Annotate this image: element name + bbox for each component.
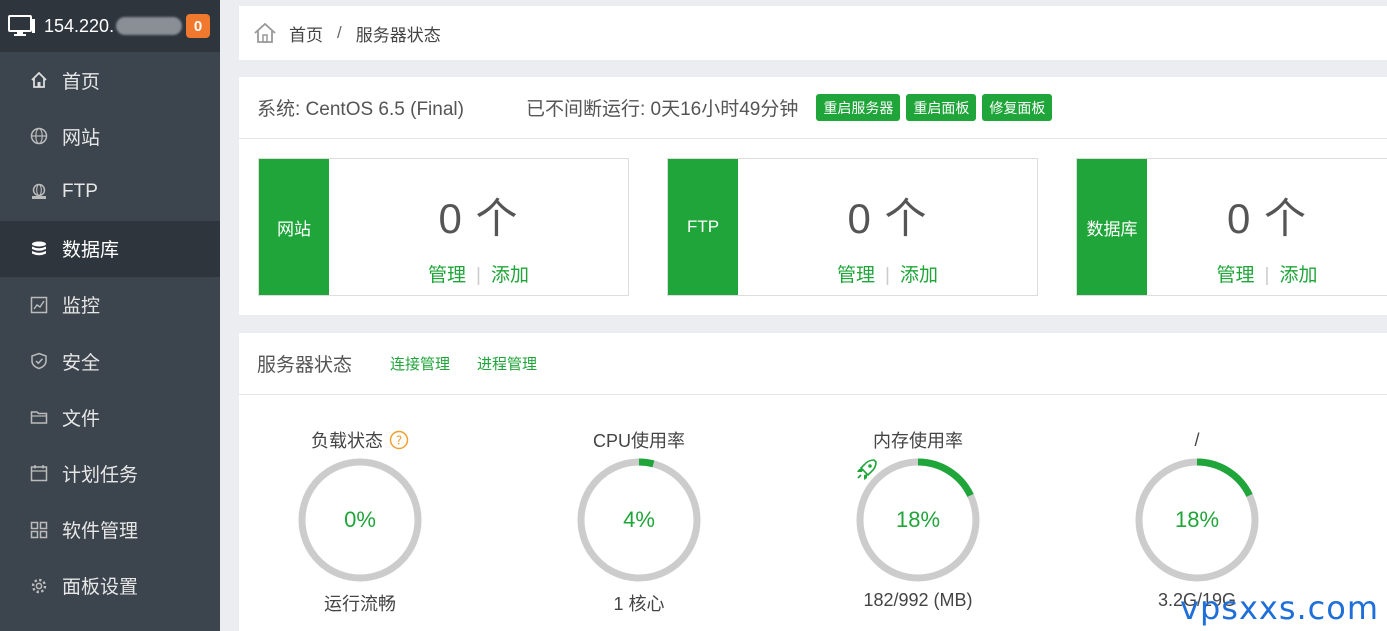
card-count: 0 个 (847, 195, 928, 242)
process-manage-link[interactable]: 进程管理 (477, 353, 537, 374)
restart-server-button[interactable]: 重启服务器 (816, 94, 901, 121)
add-link[interactable]: 添加 (491, 265, 529, 286)
sidebar: 154.220. 0 首页 网站 FTP 数据库 监控 安全 文件 计划任务 软… (0, 0, 220, 631)
gauge-ring[interactable]: 18% (854, 456, 982, 584)
sidebar-item-software[interactable]: 软件管理 (0, 502, 220, 558)
server-header: 154.220. 0 (0, 0, 220, 52)
sidebar-item-cron[interactable]: 计划任务 (0, 445, 220, 501)
sidebar-item-website[interactable]: 网站 (0, 108, 220, 164)
card-count: 0 个 (438, 195, 519, 242)
breadcrumb-home[interactable]: 首页 (289, 21, 323, 46)
sidebar-menu: 首页 网站 FTP 数据库 监控 安全 文件 计划任务 软件管理 面板设置 (0, 52, 220, 614)
gauge-subtext: 182/992 (MB) (863, 590, 973, 610)
gauge-ring[interactable]: 18% (1133, 456, 1261, 584)
gauge-ring[interactable]: 4% (575, 456, 703, 584)
sidebar-item-label: FTP (62, 181, 98, 203)
ftp-icon (30, 183, 48, 201)
sidebar-item-settings[interactable]: 面板设置 (0, 558, 220, 614)
memory-gauge: 内存使用率 18% 182/992 (MB) (828, 428, 1008, 611)
restart-panel-button[interactable]: 重启面板 (906, 94, 977, 121)
home-icon (30, 71, 48, 89)
system-uptime: 已不间断运行: 0天16小时49分钟 (525, 99, 799, 120)
gauge-subtext: 1 核心 (613, 594, 665, 614)
monitor-icon (8, 15, 35, 36)
gauge-title: / (1194, 429, 1200, 450)
gauge-title: 负载状态 (311, 431, 383, 451)
add-link[interactable]: 添加 (1279, 265, 1317, 286)
sidebar-item-label: 网站 (62, 127, 101, 149)
sidebar-item-label: 安全 (62, 352, 101, 374)
gauge-ring[interactable]: 0% (296, 456, 424, 584)
gauge-percent: 18% (895, 507, 941, 532)
add-link[interactable]: 添加 (900, 265, 938, 286)
gauge-title: 内存使用率 (873, 431, 963, 451)
connection-manage-link[interactable]: 连接管理 (390, 353, 450, 374)
load-gauge: 负载状态 ? 0% 运行流畅 (270, 428, 450, 616)
sidebar-item-security[interactable]: 安全 (0, 333, 220, 389)
gauge-percent: 0% (344, 507, 376, 532)
link-separator: | (885, 265, 890, 286)
shield-icon (30, 352, 48, 370)
sidebar-item-label: 面板设置 (62, 577, 139, 599)
sidebar-item-label: 计划任务 (62, 464, 139, 486)
breadcrumb-separator: / (337, 23, 342, 42)
ftp-card: FTP 0 个 管理 | 添加 (667, 158, 1038, 296)
card-label: 数据库 (1077, 159, 1147, 295)
watermark: vpsxxs.com (1180, 589, 1379, 627)
gauge-percent: 4% (623, 507, 655, 532)
sidebar-item-ftp[interactable]: FTP (0, 164, 220, 220)
sidebar-item-label: 软件管理 (62, 521, 139, 543)
gauge-title: CPU使用率 (592, 431, 685, 451)
website-card: 网站 0 个 管理 | 添加 (258, 158, 629, 296)
home-icon[interactable] (253, 22, 277, 44)
sidebar-item-monitor[interactable]: 监控 (0, 277, 220, 333)
cpu-gauge: CPU使用率 4% 1 核心 (549, 428, 729, 616)
manage-link[interactable]: 管理 (1217, 265, 1255, 286)
status-title: 服务器状态 (257, 355, 353, 376)
summary-cards: 网站 0 个 管理 | 添加 FTP 0 个 管理 | 添加 数据库 0 个 管… (239, 139, 1387, 315)
card-count: 0 个 (1226, 195, 1308, 242)
card-label: FTP (668, 159, 738, 295)
server-ip: 154.220. (44, 15, 115, 36)
disk-gauge: / 18% 3.2G/19G (1107, 428, 1287, 611)
database-icon (30, 240, 48, 258)
gauge-percent: 18% (1174, 507, 1220, 532)
sidebar-item-label: 文件 (62, 408, 101, 430)
sidebar-item-label: 监控 (62, 296, 101, 318)
sidebar-item-files[interactable]: 文件 (0, 389, 220, 445)
manage-link[interactable]: 管理 (428, 265, 466, 286)
calendar-icon (30, 464, 48, 482)
system-os: 系统: CentOS 6.5 (Final) (257, 99, 464, 120)
database-card: 数据库 0 个 管理 | 添加 (1076, 158, 1387, 296)
globe-icon (30, 127, 48, 145)
breadcrumb: 首页 / 服务器状态 (239, 6, 1387, 60)
grid-icon (30, 521, 48, 539)
folder-icon (30, 408, 48, 426)
status-header: 服务器状态 连接管理 进程管理 (239, 333, 1387, 395)
sidebar-item-database[interactable]: 数据库 (0, 220, 220, 277)
card-label: 网站 (259, 159, 329, 295)
system-info-bar: 系统: CentOS 6.5 (Final) 已不间断运行: 0天16小时49分… (239, 77, 1387, 139)
link-separator: | (476, 265, 481, 286)
breadcrumb-current: 服务器状态 (355, 25, 441, 45)
sidebar-item-label: 数据库 (62, 240, 120, 262)
server-status-panel: 服务器状态 连接管理 进程管理 负载状态 ? 0% 运行流畅 CPU使用率 4%… (239, 333, 1387, 631)
monitor-chart-icon (30, 296, 48, 314)
svg-text:?: ? (396, 434, 402, 448)
manage-link[interactable]: 管理 (837, 265, 875, 286)
gauge-subtext: 运行流畅 (324, 594, 396, 614)
help-icon[interactable]: ? (389, 430, 409, 450)
sidebar-item-home[interactable]: 首页 (0, 52, 220, 108)
sidebar-item-label: 首页 (62, 71, 101, 93)
ip-mask (116, 17, 183, 35)
notification-badge[interactable]: 0 (186, 14, 211, 38)
repair-panel-button[interactable]: 修复面板 (982, 94, 1053, 121)
overview-panel: 系统: CentOS 6.5 (Final) 已不间断运行: 0天16小时49分… (239, 77, 1387, 315)
gear-icon (30, 577, 48, 595)
link-separator: | (1264, 265, 1270, 286)
